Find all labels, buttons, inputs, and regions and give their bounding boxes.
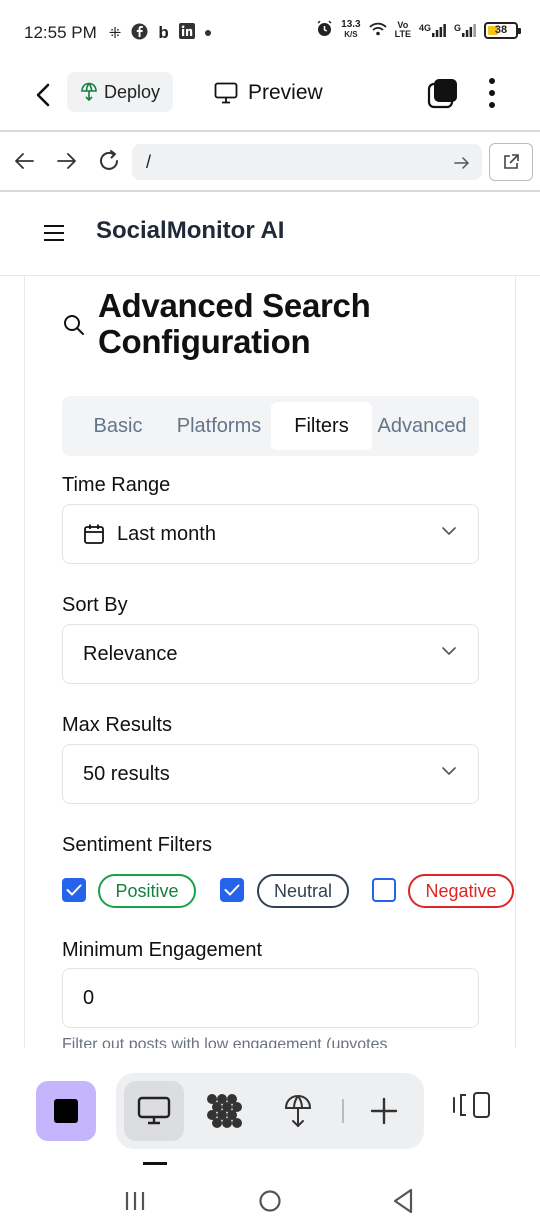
monitor-icon bbox=[214, 82, 238, 104]
time-range-select[interactable]: Last month bbox=[62, 504, 479, 564]
facebook-icon bbox=[131, 23, 148, 44]
tab-platforms[interactable]: Platforms bbox=[169, 402, 269, 450]
home-circle-icon bbox=[259, 1190, 281, 1212]
back-button[interactable] bbox=[28, 80, 58, 110]
deploy-icon bbox=[81, 82, 97, 102]
positive-checkbox[interactable] bbox=[62, 878, 86, 902]
max-results-label: Max Results bbox=[62, 714, 173, 736]
checkmark-icon bbox=[224, 884, 240, 896]
system-back-button[interactable] bbox=[392, 1188, 414, 1219]
min-engagement-input[interactable]: 0 bbox=[62, 968, 479, 1028]
neutral-checkbox[interactable] bbox=[220, 878, 244, 902]
deploy-label: Deploy bbox=[103, 81, 161, 102]
negative-badge[interactable]: Negative bbox=[408, 874, 514, 908]
status-bar: 12:55 PM ⁜ b 13.3 K/S Vo LTE 4G G 38 bbox=[0, 0, 540, 66]
url-bar: / bbox=[0, 132, 540, 190]
page-title: Advanced Search Configuration bbox=[98, 287, 371, 360]
slack-icon: ⁜ bbox=[108, 25, 122, 42]
stop-icon bbox=[54, 1099, 78, 1123]
tab-list: Basic Platforms Filters Advanced bbox=[62, 396, 479, 456]
preview-button[interactable]: Preview bbox=[214, 76, 323, 110]
dots-app-button[interactable] bbox=[196, 1081, 256, 1141]
alarm-icon bbox=[316, 20, 333, 40]
positive-badge[interactable]: Positive bbox=[98, 874, 196, 908]
home-button[interactable] bbox=[258, 1189, 282, 1218]
sort-by-label: Sort By bbox=[62, 594, 128, 616]
tab-basic[interactable]: Basic bbox=[84, 402, 152, 450]
recents-button[interactable] bbox=[124, 1190, 146, 1217]
reload-icon bbox=[100, 150, 118, 170]
preview-label: Preview bbox=[248, 81, 323, 104]
search-config-card: Advanced Search Configuration Basic Plat… bbox=[24, 276, 516, 1056]
tab-filters[interactable]: Filters bbox=[271, 402, 372, 450]
neutral-badge[interactable]: Neutral bbox=[257, 874, 349, 908]
signal-4g-icon: 4G bbox=[419, 23, 446, 37]
network-speed: 13.3 K/S bbox=[341, 19, 361, 40]
nav-forward-button[interactable] bbox=[54, 148, 80, 174]
notification-dot-icon bbox=[204, 30, 211, 36]
plus-icon bbox=[370, 1097, 398, 1125]
sort-by-value: Relevance bbox=[83, 642, 178, 665]
panel-toggle-button[interactable] bbox=[452, 1090, 492, 1125]
go-button[interactable] bbox=[454, 154, 470, 175]
tab-switcher-icon bbox=[427, 79, 457, 109]
time-range-value: Last month bbox=[117, 522, 216, 545]
wifi-icon bbox=[368, 22, 387, 39]
linkedin-icon bbox=[178, 23, 195, 43]
status-time: 12:55 PM bbox=[24, 23, 97, 42]
menu-icon[interactable] bbox=[44, 225, 64, 241]
more-options-button[interactable] bbox=[482, 76, 502, 110]
add-button[interactable] bbox=[354, 1081, 414, 1141]
tabs-button[interactable] bbox=[426, 76, 460, 110]
open-external-button[interactable] bbox=[489, 143, 533, 181]
view-switcher bbox=[116, 1073, 424, 1149]
external-link-icon bbox=[504, 154, 519, 169]
tab-advanced[interactable]: Advanced bbox=[374, 402, 470, 450]
checkmark-icon bbox=[66, 884, 82, 896]
monitor-icon bbox=[137, 1096, 171, 1125]
max-results-select[interactable]: 50 results bbox=[62, 744, 479, 804]
panel-toggle-icon bbox=[453, 1092, 490, 1118]
arrow-left-icon bbox=[15, 153, 34, 169]
negative-checkbox[interactable] bbox=[372, 878, 396, 902]
toolbar-separator bbox=[342, 1099, 344, 1123]
max-results-value: 50 results bbox=[83, 762, 170, 785]
arrow-right-icon bbox=[454, 157, 469, 169]
chevron-down-icon bbox=[442, 767, 456, 775]
system-nav-bar bbox=[0, 1180, 540, 1230]
stop-button[interactable] bbox=[36, 1081, 96, 1141]
chevron-down-icon bbox=[442, 647, 456, 655]
reload-button[interactable] bbox=[96, 148, 122, 174]
nav-back-button[interactable] bbox=[11, 148, 37, 174]
volte-indicator: Vo LTE bbox=[394, 20, 411, 39]
url-text: / bbox=[146, 151, 152, 172]
brand-title: SocialMonitor AI bbox=[96, 217, 285, 244]
signal-g-icon: G bbox=[454, 23, 476, 37]
sentiment-filters-label: Sentiment Filters bbox=[62, 834, 213, 856]
chevron-left-icon bbox=[36, 83, 50, 107]
min-engagement-label: Minimum Engagement bbox=[62, 939, 263, 961]
deploy-button[interactable]: Deploy bbox=[67, 72, 173, 112]
chevron-down-icon bbox=[442, 527, 456, 535]
battery-icon: 38 bbox=[484, 21, 521, 39]
min-engagement-value: 0 bbox=[83, 986, 95, 1009]
triangle-back-icon bbox=[393, 1188, 413, 1214]
calendar-icon bbox=[83, 523, 105, 545]
time-range-label: Time Range bbox=[62, 474, 171, 496]
recents-icon bbox=[125, 1192, 145, 1210]
app-toolbar: Deploy Preview bbox=[0, 66, 540, 130]
active-view-indicator bbox=[143, 1162, 167, 1165]
sort-by-select[interactable]: Relevance bbox=[62, 624, 479, 684]
url-input[interactable]: / bbox=[132, 144, 482, 180]
site-header: SocialMonitor AI bbox=[0, 192, 540, 276]
deploy-icon bbox=[284, 1094, 312, 1128]
search-icon bbox=[63, 314, 85, 341]
bottom-toolbar bbox=[0, 1048, 540, 1180]
preview-view-button[interactable] bbox=[124, 1081, 184, 1141]
arrow-right-icon bbox=[57, 153, 76, 169]
b-app-icon: b bbox=[158, 23, 169, 42]
deploy-view-button[interactable] bbox=[268, 1081, 328, 1141]
dots-grid-icon bbox=[207, 1094, 242, 1128]
